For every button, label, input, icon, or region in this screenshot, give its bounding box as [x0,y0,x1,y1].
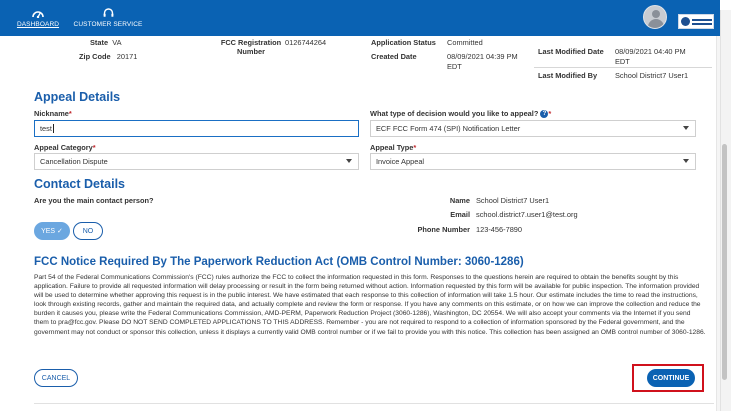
agency-logo-icon[interactable] [678,14,714,29]
footer-divider [34,403,714,404]
nickname-input[interactable]: test [34,120,359,137]
fcc-reg-value: 0126744264 [285,38,327,47]
logo-seal [680,17,690,26]
zip-value: 20171 [116,52,138,61]
cancel-button[interactable]: CANCEL [34,369,78,387]
state-label: State [90,38,109,47]
text-caret [52,124,54,133]
main-contact-question: Are you the main contact person? [34,196,154,205]
summary-divider [534,67,712,68]
fcc-reg-label: FCC Registration Number [220,38,282,56]
last-mod-date-label: Last Modified Date [538,47,604,56]
created-value: 08/09/2021 04:39 PM EDT [447,52,518,72]
required-mark: * [68,109,72,118]
appeal-type-label-text: Appeal Type [370,143,414,152]
app-status-label: Application Status [371,38,436,47]
last-mod-date-value-tz: EDT [615,57,630,66]
last-mod-date-value-date: 08/09/2021 04:40 PM [615,47,686,56]
nickname-label: Nickname* [34,109,72,118]
appeal-type-select[interactable]: Invoice Appeal [370,153,696,170]
avatar-body [648,19,664,28]
notice-body: Part 54 of the Federal Communications Co… [34,274,706,336]
contact-phone-label: Phone Number [417,225,470,234]
required-mark: * [413,143,417,152]
nav-customer-service-label: CUSTOMER SERVICE [73,21,143,28]
avatar-head [652,10,660,18]
yes-button[interactable]: YES ✓ [34,222,70,240]
zip-row: Zip Code 20171 [79,52,137,61]
state-row: State VA [90,38,122,47]
chevron-down-icon [346,159,352,163]
category-label-text: Appeal Category [34,143,93,152]
category-select[interactable]: Cancellation Dispute [34,153,359,170]
notice-title: FCC Notice Required By The Paperwork Red… [34,256,524,268]
gauge-icon [32,8,44,21]
page: State VA Zip Code 20171 FCC Registration… [0,0,731,411]
contact-phone-value: 123-456-7890 [476,225,523,234]
created-value-date: 08/09/2021 04:39 PM [447,52,518,61]
chevron-down-icon [683,159,689,163]
required-mark: * [92,143,96,152]
last-mod-by-label: Last Modified By [538,71,597,80]
top-nav: DASHBOARD CUSTOMER SERVICE [0,0,720,36]
app-status-value: Committed [447,38,483,47]
contact-email-value: school.district7.user1@test.org [476,210,578,219]
continue-highlight-box [632,364,704,392]
fcc-reg-label-line1: FCC Registration [220,38,282,47]
last-mod-date-value: 08/09/2021 04:40 PM EDT [615,47,686,67]
decision-label-text: What type of decision would you like to … [370,109,539,118]
last-mod-by-value: School District7 User1 [615,71,689,80]
contact-name-value: School District7 User1 [476,196,550,205]
contact-name-label: Name [449,196,470,205]
category-label: Appeal Category* [34,143,96,152]
user-avatar-icon[interactable] [643,5,667,29]
state-value: VA [112,38,122,47]
app-status-label-text: Application Status [371,38,436,47]
fcc-reg-label-line2: Number [237,47,265,56]
contact-email-label: Email [450,210,470,219]
nickname-value: test [40,124,52,133]
nav-dashboard[interactable]: DASHBOARD [14,0,62,36]
appeal-type-label: Appeal Type* [370,143,416,152]
decision-value: ECF FCC Form 474 (SPI) Notification Lett… [376,124,521,133]
appeal-details-title: Appeal Details [34,90,121,104]
decision-select[interactable]: ECF FCC Form 474 (SPI) Notification Lett… [370,120,696,137]
appeal-type-value: Invoice Appeal [376,157,425,166]
no-button[interactable]: NO [73,222,103,240]
headset-icon [103,8,114,21]
decision-label: What type of decision would you like to … [370,109,552,119]
created-label: Created Date [371,52,417,61]
zip-label: Zip Code [79,52,111,61]
contact-details-title: Contact Details [34,177,125,191]
chevron-down-icon [683,126,689,130]
logo-wordmark [691,18,712,25]
created-value-tz: EDT [447,62,462,71]
scrollbar-thumb[interactable] [722,144,727,380]
nav-dashboard-label: DASHBOARD [16,21,60,28]
nav-customer-service[interactable]: CUSTOMER SERVICE [70,0,146,36]
last-mod-date-label-text: Last Modified Date [538,47,604,56]
created-label-text: Created Date [371,52,417,61]
nickname-label-text: Nickname [34,109,69,118]
required-mark: * [548,109,552,118]
last-mod-by-label-text: Last Modified By [538,71,598,80]
category-value: Cancellation Dispute [40,157,108,166]
